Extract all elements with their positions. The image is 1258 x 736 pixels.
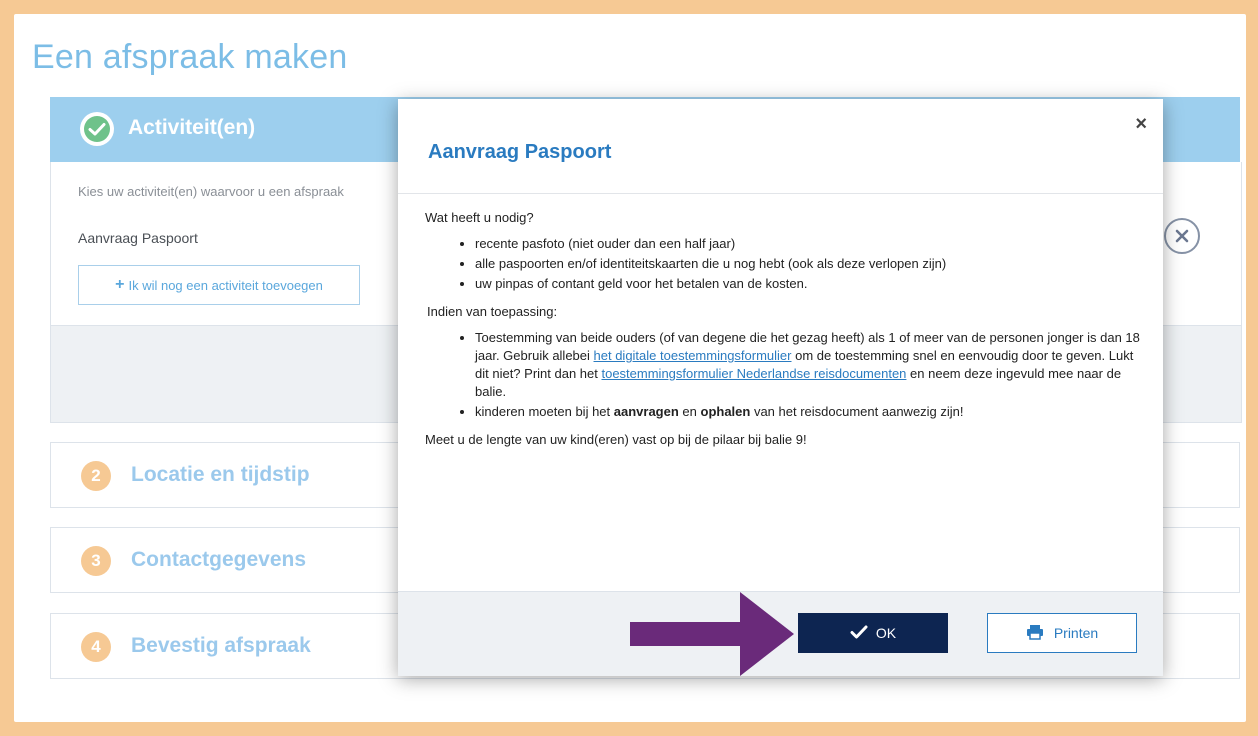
add-activity-button[interactable]: + Ik wil nog een activiteit toevoegen (78, 265, 360, 305)
activity-instruction: Kies uw activiteit(en) waarvoor u een af… (78, 184, 344, 199)
add-activity-label: Ik wil nog een activiteit toevoegen (128, 277, 323, 293)
check-circle-icon (80, 112, 114, 146)
print-label: Printen (1053, 625, 1099, 641)
list-item-children: kinderen moeten bij het aanvragen en oph… (475, 403, 1140, 421)
printer-icon (1026, 624, 1044, 643)
needs-list: recente pasfoto (niet ouder dan een half… (425, 235, 1140, 293)
ok-label: OK (875, 625, 897, 641)
page-title: Een afspraak maken (32, 38, 348, 76)
modal-header: Aanvraag Paspoort × (398, 99, 1163, 194)
list-item: alle paspoorten en/of identiteitskaarten… (475, 255, 1140, 273)
step-number: 2 (81, 461, 111, 491)
list-item: recente pasfoto (niet ouder dan een half… (475, 235, 1140, 253)
close-icon[interactable]: × (1135, 113, 1147, 136)
children-text-2: en (678, 404, 701, 419)
digital-consent-form-link[interactable]: het digitale toestemmingsformulier (594, 348, 792, 363)
needs-intro: Wat heeft u nodig? (425, 210, 534, 225)
print-button[interactable]: Printen (987, 613, 1137, 653)
children-bold-2: ophalen (700, 404, 751, 419)
closing-note: Meet u de lengte van uw kind(eren) vast … (425, 432, 807, 447)
modal-title: Aanvraag Paspoort (428, 141, 612, 163)
children-text-3: van het reisdocument aanwezig zijn! (750, 404, 964, 419)
plus-icon: + (115, 276, 125, 293)
children-text-1: kinderen moeten bij het (475, 404, 614, 419)
step-number: 3 (81, 546, 111, 576)
step-label: Bevestig afspraak (131, 634, 311, 657)
modal-body: Wat heeft u nodig? recente pasfoto (niet… (425, 209, 1140, 449)
ok-button[interactable]: OK (798, 613, 948, 653)
list-item: uw pinpas of contant geld voor het betal… (475, 275, 1140, 293)
applicable-list: Toestemming van beide ouders (of van deg… (425, 329, 1140, 421)
applicable-heading: Indien van toepassing: (427, 304, 558, 319)
step-label: Contactgegevens (131, 548, 307, 571)
list-item-consent: Toestemming van beide ouders (of van deg… (475, 329, 1140, 401)
step-label: Locatie en tijdstip (131, 463, 310, 486)
step1-title: Activiteit(en) (128, 116, 256, 139)
consent-form-link[interactable]: toestemmingsformulier Nederlandse reisdo… (601, 366, 906, 381)
checkmark-icon (850, 625, 868, 642)
selected-activity: Aanvraag Paspoort (78, 230, 198, 246)
arrow-right-icon (628, 588, 798, 685)
step-number: 4 (81, 632, 111, 662)
remove-circle-icon[interactable] (1164, 218, 1200, 254)
children-bold-1: aanvragen (613, 404, 679, 419)
